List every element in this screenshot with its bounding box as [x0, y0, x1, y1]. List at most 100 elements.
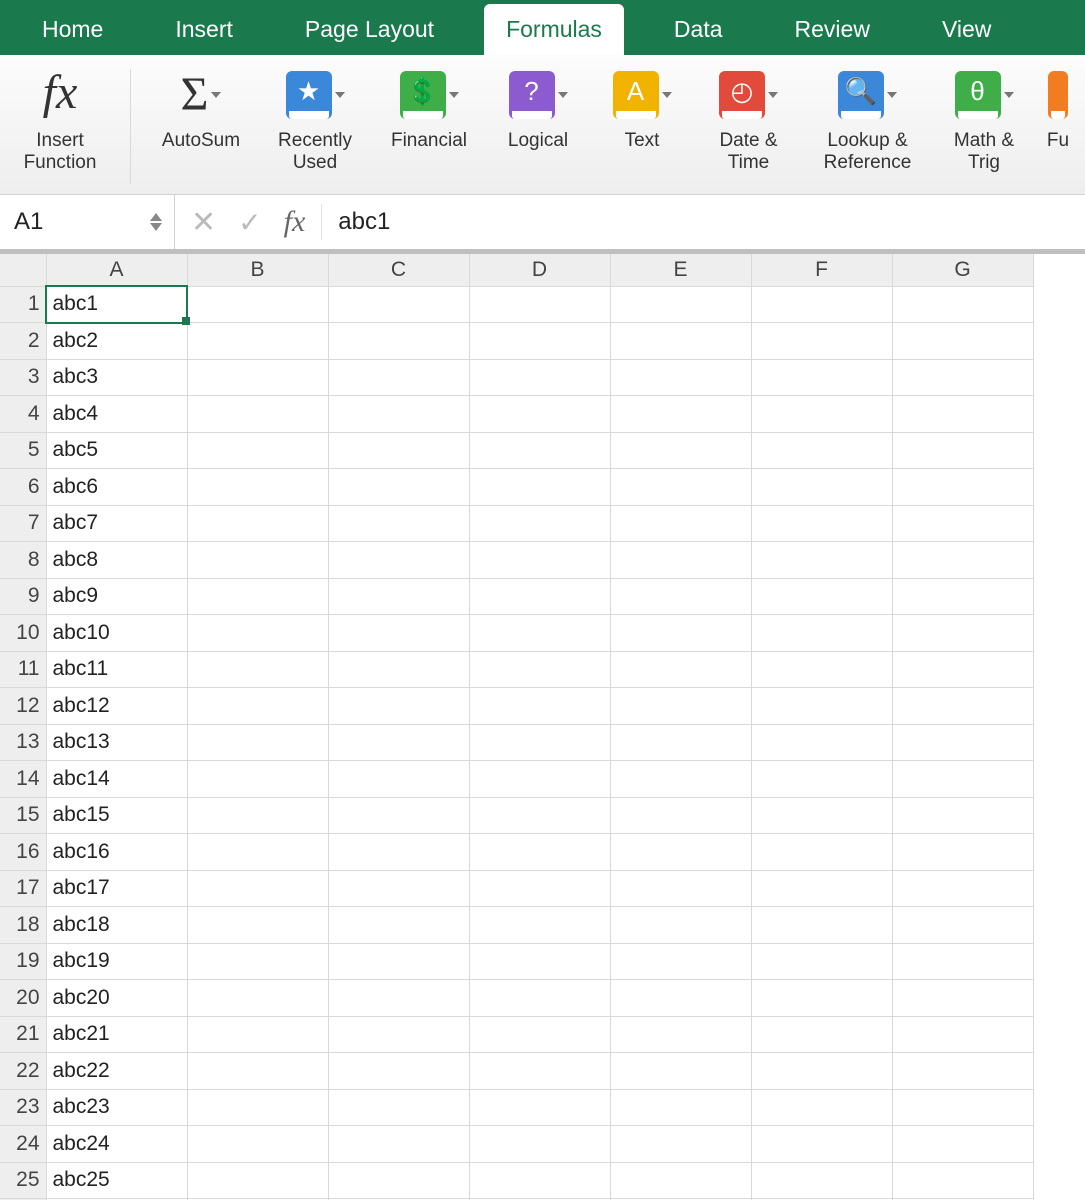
cell-B9[interactable] [187, 578, 328, 615]
dropdown-icon[interactable] [662, 92, 672, 98]
cell-C9[interactable] [328, 578, 469, 615]
cell-B4[interactable] [187, 396, 328, 433]
cell-F11[interactable] [751, 651, 892, 688]
cell-C17[interactable] [328, 870, 469, 907]
tab-review[interactable]: Review [773, 4, 892, 55]
row-header-22[interactable]: 22 [0, 1053, 46, 1090]
cell-A11[interactable]: abc11 [46, 651, 187, 688]
cell-D5[interactable] [469, 432, 610, 469]
cell-A24[interactable]: abc24 [46, 1126, 187, 1163]
cell-C19[interactable] [328, 943, 469, 980]
cell-G21[interactable] [892, 1016, 1033, 1053]
cell-E19[interactable] [610, 943, 751, 980]
cell-F4[interactable] [751, 396, 892, 433]
cell-B12[interactable] [187, 688, 328, 725]
cell-D13[interactable] [469, 724, 610, 761]
cell-A13[interactable]: abc13 [46, 724, 187, 761]
cell-G2[interactable] [892, 323, 1033, 360]
cell-D6[interactable] [469, 469, 610, 506]
dropdown-icon[interactable] [558, 92, 568, 98]
cell-E16[interactable] [610, 834, 751, 871]
cell-F23[interactable] [751, 1089, 892, 1126]
formula-input[interactable]: abc1 [321, 204, 390, 239]
financial-button[interactable]: 💲 Financial [379, 63, 479, 190]
cell-B5[interactable] [187, 432, 328, 469]
cell-D22[interactable] [469, 1053, 610, 1090]
cell-B10[interactable] [187, 615, 328, 652]
cell-G13[interactable] [892, 724, 1033, 761]
cell-G20[interactable] [892, 980, 1033, 1017]
cell-F21[interactable] [751, 1016, 892, 1053]
tab-home[interactable]: Home [20, 4, 125, 55]
cell-A23[interactable]: abc23 [46, 1089, 187, 1126]
cell-E15[interactable] [610, 797, 751, 834]
cell-F3[interactable] [751, 359, 892, 396]
cell-C12[interactable] [328, 688, 469, 725]
cell-C14[interactable] [328, 761, 469, 798]
cell-F5[interactable] [751, 432, 892, 469]
cell-B8[interactable] [187, 542, 328, 579]
cell-G11[interactable] [892, 651, 1033, 688]
cell-B3[interactable] [187, 359, 328, 396]
cell-A5[interactable]: abc5 [46, 432, 187, 469]
cell-E7[interactable] [610, 505, 751, 542]
name-box-dropdown-icon[interactable] [150, 213, 162, 231]
row-header-6[interactable]: 6 [0, 469, 46, 506]
cell-B18[interactable] [187, 907, 328, 944]
cell-B15[interactable] [187, 797, 328, 834]
cell-B24[interactable] [187, 1126, 328, 1163]
cell-E25[interactable] [610, 1162, 751, 1199]
recently-used-button[interactable]: ★ Recently Used [265, 63, 365, 190]
column-header-C[interactable]: C [328, 254, 469, 286]
cell-F8[interactable] [751, 542, 892, 579]
cell-E10[interactable] [610, 615, 751, 652]
cell-D20[interactable] [469, 980, 610, 1017]
cell-C1[interactable] [328, 286, 469, 323]
cell-F1[interactable] [751, 286, 892, 323]
row-header-21[interactable]: 21 [0, 1016, 46, 1053]
cell-G23[interactable] [892, 1089, 1033, 1126]
cell-F22[interactable] [751, 1053, 892, 1090]
cell-B22[interactable] [187, 1053, 328, 1090]
cell-B14[interactable] [187, 761, 328, 798]
select-all-cell[interactable] [0, 254, 46, 286]
column-header-G[interactable]: G [892, 254, 1033, 286]
row-header-4[interactable]: 4 [0, 396, 46, 433]
tab-formulas[interactable]: Formulas [484, 4, 624, 55]
row-header-17[interactable]: 17 [0, 870, 46, 907]
cell-E4[interactable] [610, 396, 751, 433]
cell-G19[interactable] [892, 943, 1033, 980]
cell-A9[interactable]: abc9 [46, 578, 187, 615]
fx-small-icon[interactable]: fx [284, 205, 306, 239]
cell-B11[interactable] [187, 651, 328, 688]
cell-D9[interactable] [469, 578, 610, 615]
cell-B1[interactable] [187, 286, 328, 323]
insert-function-button[interactable]: fx Insert Function [10, 63, 110, 190]
cell-G7[interactable] [892, 505, 1033, 542]
cell-A16[interactable]: abc16 [46, 834, 187, 871]
cell-G6[interactable] [892, 469, 1033, 506]
cell-D19[interactable] [469, 943, 610, 980]
cell-C13[interactable] [328, 724, 469, 761]
cell-C2[interactable] [328, 323, 469, 360]
cell-A19[interactable]: abc19 [46, 943, 187, 980]
tab-insert[interactable]: Insert [153, 4, 255, 55]
cell-B23[interactable] [187, 1089, 328, 1126]
tab-data[interactable]: Data [652, 4, 745, 55]
cell-D14[interactable] [469, 761, 610, 798]
cell-G4[interactable] [892, 396, 1033, 433]
cell-A3[interactable]: abc3 [46, 359, 187, 396]
cell-D17[interactable] [469, 870, 610, 907]
cell-D23[interactable] [469, 1089, 610, 1126]
confirm-icon[interactable]: ✓ [238, 206, 261, 239]
cell-B20[interactable] [187, 980, 328, 1017]
cell-D15[interactable] [469, 797, 610, 834]
cell-F18[interactable] [751, 907, 892, 944]
cell-D3[interactable] [469, 359, 610, 396]
cell-C3[interactable] [328, 359, 469, 396]
row-header-3[interactable]: 3 [0, 359, 46, 396]
column-header-B[interactable]: B [187, 254, 328, 286]
cell-B17[interactable] [187, 870, 328, 907]
row-header-11[interactable]: 11 [0, 651, 46, 688]
cell-A4[interactable]: abc4 [46, 396, 187, 433]
